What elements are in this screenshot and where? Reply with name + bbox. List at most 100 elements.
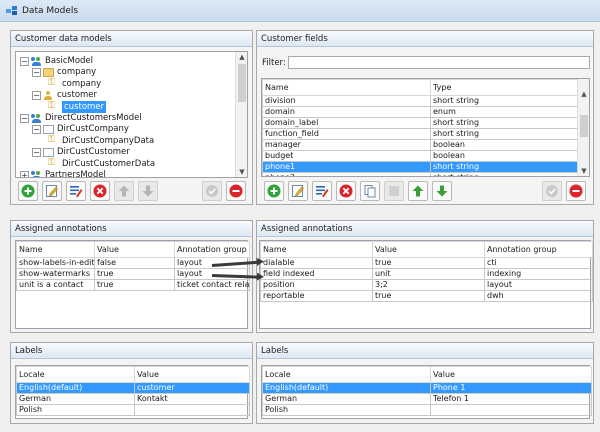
models-tree[interactable]: ▲ ▼ − BasicModel − company ⚿ company − customer… [15, 51, 248, 178]
table-row[interactable]: English(default) Phone 1 [262, 382, 592, 394]
edit-list-button[interactable] [66, 181, 86, 201]
expand-icon[interactable]: + [20, 170, 29, 177]
table-row[interactable]: Polish [16, 404, 250, 416]
table-row[interactable]: position 3;2 layout [260, 279, 593, 291]
collapse-icon[interactable]: − [32, 147, 41, 157]
edit-button[interactable] [42, 181, 62, 201]
table-row[interactable]: budget boolean [262, 150, 579, 162]
fields-scrollbar[interactable]: ▲ ▼ [577, 79, 589, 176]
right-annotations-panel: Assigned annotations Name Value Annotation… [256, 220, 594, 333]
scroll-up-icon[interactable]: ▲ [578, 89, 589, 99]
collapse-icon[interactable]: − [32, 90, 41, 100]
blank-button[interactable] [384, 181, 404, 201]
table-row[interactable]: division short string [262, 95, 579, 107]
move-up-button[interactable] [114, 181, 134, 201]
delete-button[interactable] [90, 181, 110, 201]
add-button[interactable] [264, 181, 284, 201]
edit-list-button[interactable] [312, 181, 332, 201]
add-icon [267, 184, 281, 198]
column-header[interactable]: Locale [16, 366, 135, 383]
filter-input[interactable] [288, 56, 590, 69]
column-header[interactable]: Type [430, 79, 579, 96]
table-cell: phone1 [262, 161, 431, 173]
column-header[interactable]: Name [260, 241, 373, 258]
collapse-icon[interactable]: − [20, 56, 29, 66]
scroll-down-icon[interactable]: ▼ [578, 166, 589, 176]
table-row[interactable]: German Kontakt [16, 393, 250, 405]
column-header[interactable]: Value [372, 241, 485, 258]
copy-button[interactable] [360, 181, 380, 201]
panel-header: Customer fields [257, 31, 593, 47]
tree-node[interactable]: + PartnersModel [20, 169, 106, 177]
table-row[interactable]: phone2short string [262, 172, 579, 176]
column-header[interactable]: Value [94, 241, 175, 258]
table-row[interactable]: function_field short string [262, 128, 579, 140]
table-row[interactable]: domain_label short string [262, 117, 579, 129]
remove-button[interactable] [566, 181, 586, 201]
column-header[interactable]: Annotation group [484, 241, 593, 258]
table-cell: unit is a contact [16, 279, 95, 291]
delete-button[interactable] [336, 181, 356, 201]
fields-table: Name Type division short string domain enum do… [262, 79, 579, 176]
column-header[interactable]: Annotation group [174, 241, 250, 258]
table-row[interactable]: German Telefon 1 [262, 393, 592, 405]
table-row[interactable]: dialable true cti [260, 257, 593, 269]
scroll-up-icon[interactable]: ▲ [236, 52, 247, 62]
add-button[interactable] [18, 181, 38, 201]
edit-button[interactable] [288, 181, 308, 201]
tree-scrollbar[interactable]: ▲ ▼ [235, 52, 247, 177]
delete-icon [93, 184, 107, 198]
table-cell: customer [134, 382, 250, 394]
collapse-icon[interactable]: − [32, 124, 41, 134]
move-down-button[interactable] [138, 181, 158, 201]
tree-node[interactable]: − DirCustCompany [32, 123, 129, 135]
scroll-thumb[interactable] [580, 115, 588, 137]
tree-node-label: BasicModel [45, 56, 94, 66]
collapse-icon[interactable]: − [32, 67, 41, 77]
column-header[interactable]: Name [262, 79, 431, 96]
table-row[interactable]: field indexed unit indexing [260, 268, 593, 280]
collapse-icon[interactable]: − [20, 113, 29, 123]
remove-icon [229, 184, 243, 198]
scroll-thumb[interactable] [238, 64, 246, 102]
move-down-button[interactable] [432, 181, 452, 201]
table-cell: cti [484, 257, 593, 269]
table-cell: division [262, 95, 431, 107]
table-row[interactable]: phone1 short string [262, 161, 579, 173]
remove-button[interactable] [226, 181, 246, 201]
tree-node[interactable]: ⚿ DirCustCompanyData [48, 135, 154, 147]
tree-node[interactable]: − DirectCustomersModel [20, 112, 142, 124]
check-button[interactable] [542, 181, 562, 201]
column-header[interactable]: Locale [262, 366, 431, 383]
check-icon [205, 184, 219, 198]
tree-node[interactable]: ⚿ customer [48, 100, 107, 113]
column-header[interactable]: Name [16, 241, 95, 258]
table-cell: reportable [260, 290, 373, 302]
table-row[interactable]: domain enum [262, 106, 579, 118]
tree-node[interactable]: − customer [32, 89, 97, 101]
tree-node[interactable]: − company [32, 66, 96, 78]
tree-node-label: customer [57, 90, 98, 101]
table-cell: Telefon 1 [430, 393, 592, 405]
tree-node[interactable]: ⚿ company [48, 78, 101, 90]
annotations-table: Name Value Annotation group dialable true cti… [260, 241, 593, 302]
tree-node-label: DirCustCustomerData [62, 158, 156, 169]
edit-icon [45, 184, 59, 198]
check-button[interactable] [202, 181, 222, 201]
tree-node[interactable]: ⚿ DirCustCustomerData [48, 158, 155, 170]
table-row[interactable]: unit is a contact true ticket contact rela… [16, 279, 250, 291]
tree-node[interactable]: − DirCustCustomer [32, 146, 130, 158]
tree-node[interactable]: − BasicModel [20, 55, 93, 67]
filter-label: Filter: [262, 58, 286, 68]
scroll-down-icon[interactable]: ▼ [236, 167, 247, 177]
table-row[interactable]: Polish [262, 404, 592, 416]
column-header[interactable]: Value [134, 366, 250, 383]
table-row[interactable]: reportable true dwh [260, 290, 593, 302]
table-row[interactable]: English(default) customer [16, 382, 250, 394]
table-cell: English(default) [262, 382, 431, 394]
table-row[interactable]: manager boolean [262, 139, 579, 151]
edit-icon [291, 184, 305, 198]
key-icon: ⚿ [48, 135, 55, 146]
move-up-button[interactable] [408, 181, 428, 201]
column-header[interactable]: Value [430, 366, 592, 383]
